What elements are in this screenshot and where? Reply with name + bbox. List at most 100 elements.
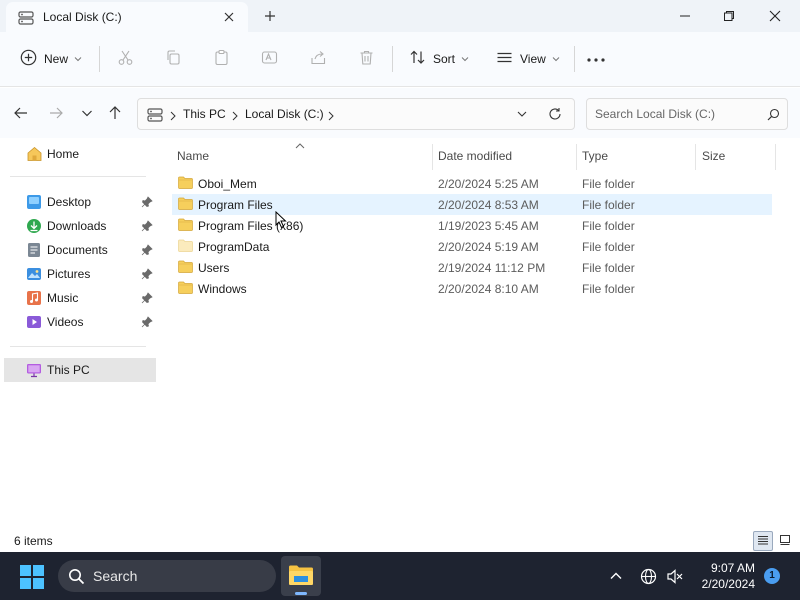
volume-muted-icon[interactable]	[666, 568, 683, 588]
address-bar[interactable]: This PC Local Disk (C:)	[137, 98, 575, 130]
column-resize-handle[interactable]	[775, 144, 776, 170]
copy-button[interactable]	[165, 44, 182, 74]
sidebar-item-videos[interactable]: Videos	[4, 310, 156, 334]
taskbar-file-explorer-button[interactable]	[281, 556, 321, 596]
toolbar-divider	[392, 46, 393, 72]
folder-icon	[178, 176, 193, 192]
breadcrumb-separator-icon[interactable]	[169, 110, 177, 124]
paste-button[interactable]	[213, 44, 230, 74]
rename-button[interactable]	[261, 44, 278, 74]
pin-icon[interactable]	[141, 220, 153, 235]
close-tab-icon[interactable]	[222, 10, 236, 24]
table-row[interactable]: Users 2/19/2024 11:12 PM File folder	[172, 257, 772, 278]
table-row[interactable]: Oboi_Mem 2/20/2024 5:25 AM File folder	[172, 173, 772, 194]
file-date-modified: 2/20/2024 5:19 AM	[438, 240, 539, 254]
show-hidden-icons-chevron-icon[interactable]	[609, 569, 623, 586]
maximize-button[interactable]	[706, 0, 752, 32]
breadcrumb-local-disk[interactable]: Local Disk (C:)	[245, 107, 324, 121]
share-button[interactable]	[310, 44, 327, 74]
file-type: File folder	[582, 198, 635, 212]
sort-icon	[409, 49, 426, 69]
column-header-label: Size	[702, 149, 726, 163]
file-type: File folder	[582, 240, 635, 254]
column-header-size[interactable]: Size	[702, 144, 725, 168]
new-tab-icon[interactable]	[262, 8, 278, 24]
sidebar-item-documents[interactable]: Documents	[4, 238, 156, 262]
sidebar-item-label: Music	[47, 291, 79, 305]
table-row[interactable]: Program Files (x86) 1/19/2023 5:45 AM Fi…	[172, 215, 772, 236]
address-history-chevron-icon[interactable]	[516, 108, 528, 123]
pin-icon[interactable]	[141, 316, 153, 331]
details-view-icon	[757, 534, 769, 549]
active-app-indicator	[295, 592, 307, 595]
forward-arrow-icon[interactable]	[47, 104, 65, 122]
network-globe-icon[interactable]	[640, 568, 657, 588]
file-type: File folder	[582, 177, 635, 191]
cut-icon	[117, 49, 134, 69]
paste-icon	[213, 49, 230, 69]
tab-local-disk[interactable]: Local Disk (C:)	[6, 2, 248, 32]
pictures-icon	[26, 266, 42, 285]
view-button[interactable]: View	[496, 44, 560, 74]
taskbar-search-box[interactable]: Search	[58, 560, 276, 592]
file-date-modified: 2/20/2024 8:10 AM	[438, 282, 539, 296]
file-name: Windows	[198, 282, 247, 296]
taskbar-clock[interactable]: 9:07 AM 2/20/2024	[690, 560, 755, 592]
close-window-button[interactable]	[752, 0, 798, 32]
clock-time: 9:07 AM	[710, 561, 755, 575]
file-explorer-icon	[288, 564, 314, 589]
sidebar-item-home[interactable]: Home	[4, 142, 156, 166]
column-resize-handle[interactable]	[576, 144, 577, 170]
sidebar-item-label: This PC	[47, 363, 90, 377]
sidebar-item-pictures[interactable]: Pictures	[4, 262, 156, 286]
file-date-modified: 2/20/2024 5:25 AM	[438, 177, 539, 191]
delete-button[interactable]	[358, 44, 375, 74]
tab-title: Local Disk (C:)	[43, 10, 122, 24]
clock-date: 2/20/2024	[701, 577, 755, 591]
recent-locations-chevron-icon[interactable]	[78, 104, 96, 122]
table-row[interactable]: Program Files 2/20/2024 8:53 AM File fol…	[172, 194, 772, 215]
sort-button[interactable]: Sort	[409, 44, 469, 74]
more-icon	[586, 52, 606, 66]
search-input[interactable]	[595, 105, 760, 123]
windows-start-icon[interactable]	[20, 565, 44, 592]
search-icon[interactable]	[767, 108, 780, 124]
column-resize-handle[interactable]	[695, 144, 696, 170]
folder-icon	[178, 218, 193, 234]
column-header-label: Date modified	[438, 149, 513, 163]
sidebar-item-this-pc[interactable]: This PC	[4, 358, 156, 382]
cut-button[interactable]	[117, 44, 134, 74]
new-button[interactable]: New	[20, 44, 82, 74]
sidebar-item-desktop[interactable]: Desktop	[4, 190, 156, 214]
pin-icon[interactable]	[141, 196, 153, 211]
tiles-view-button[interactable]	[775, 531, 795, 551]
breadcrumb-separator-icon[interactable]	[231, 110, 239, 124]
back-arrow-icon[interactable]	[12, 104, 30, 122]
new-button-label: New	[44, 52, 69, 66]
sidebar-item-label: Documents	[47, 243, 108, 257]
pin-icon[interactable]	[141, 292, 153, 307]
rename-icon	[261, 49, 278, 69]
breadcrumb-separator-icon[interactable]	[327, 110, 335, 124]
column-header-name[interactable]: Name	[177, 144, 209, 168]
column-resize-handle[interactable]	[432, 144, 433, 170]
pin-icon[interactable]	[141, 268, 153, 283]
sidebar-item-downloads[interactable]: Downloads	[4, 214, 156, 238]
music-icon	[26, 290, 42, 309]
downloads-icon	[26, 218, 42, 237]
refresh-icon[interactable]	[548, 107, 562, 124]
pin-icon[interactable]	[141, 244, 153, 259]
details-view-button[interactable]	[753, 531, 773, 551]
sidebar-item-music[interactable]: Music	[4, 286, 156, 310]
column-header-date-modified[interactable]: Date modified	[438, 144, 512, 168]
minimize-button[interactable]	[662, 0, 708, 32]
title-bar: Local Disk (C:)	[0, 0, 800, 32]
notification-badge[interactable]: 1	[764, 568, 780, 584]
table-row[interactable]: ProgramData 2/20/2024 5:19 AM File folde…	[172, 236, 772, 257]
up-arrow-icon[interactable]	[106, 104, 124, 122]
search-box[interactable]	[586, 98, 788, 130]
more-options-button[interactable]	[586, 44, 606, 74]
column-header-type[interactable]: Type	[582, 144, 608, 168]
breadcrumb-this-pc[interactable]: This PC	[183, 107, 226, 121]
table-row[interactable]: Windows 2/20/2024 8:10 AM File folder	[172, 278, 772, 299]
